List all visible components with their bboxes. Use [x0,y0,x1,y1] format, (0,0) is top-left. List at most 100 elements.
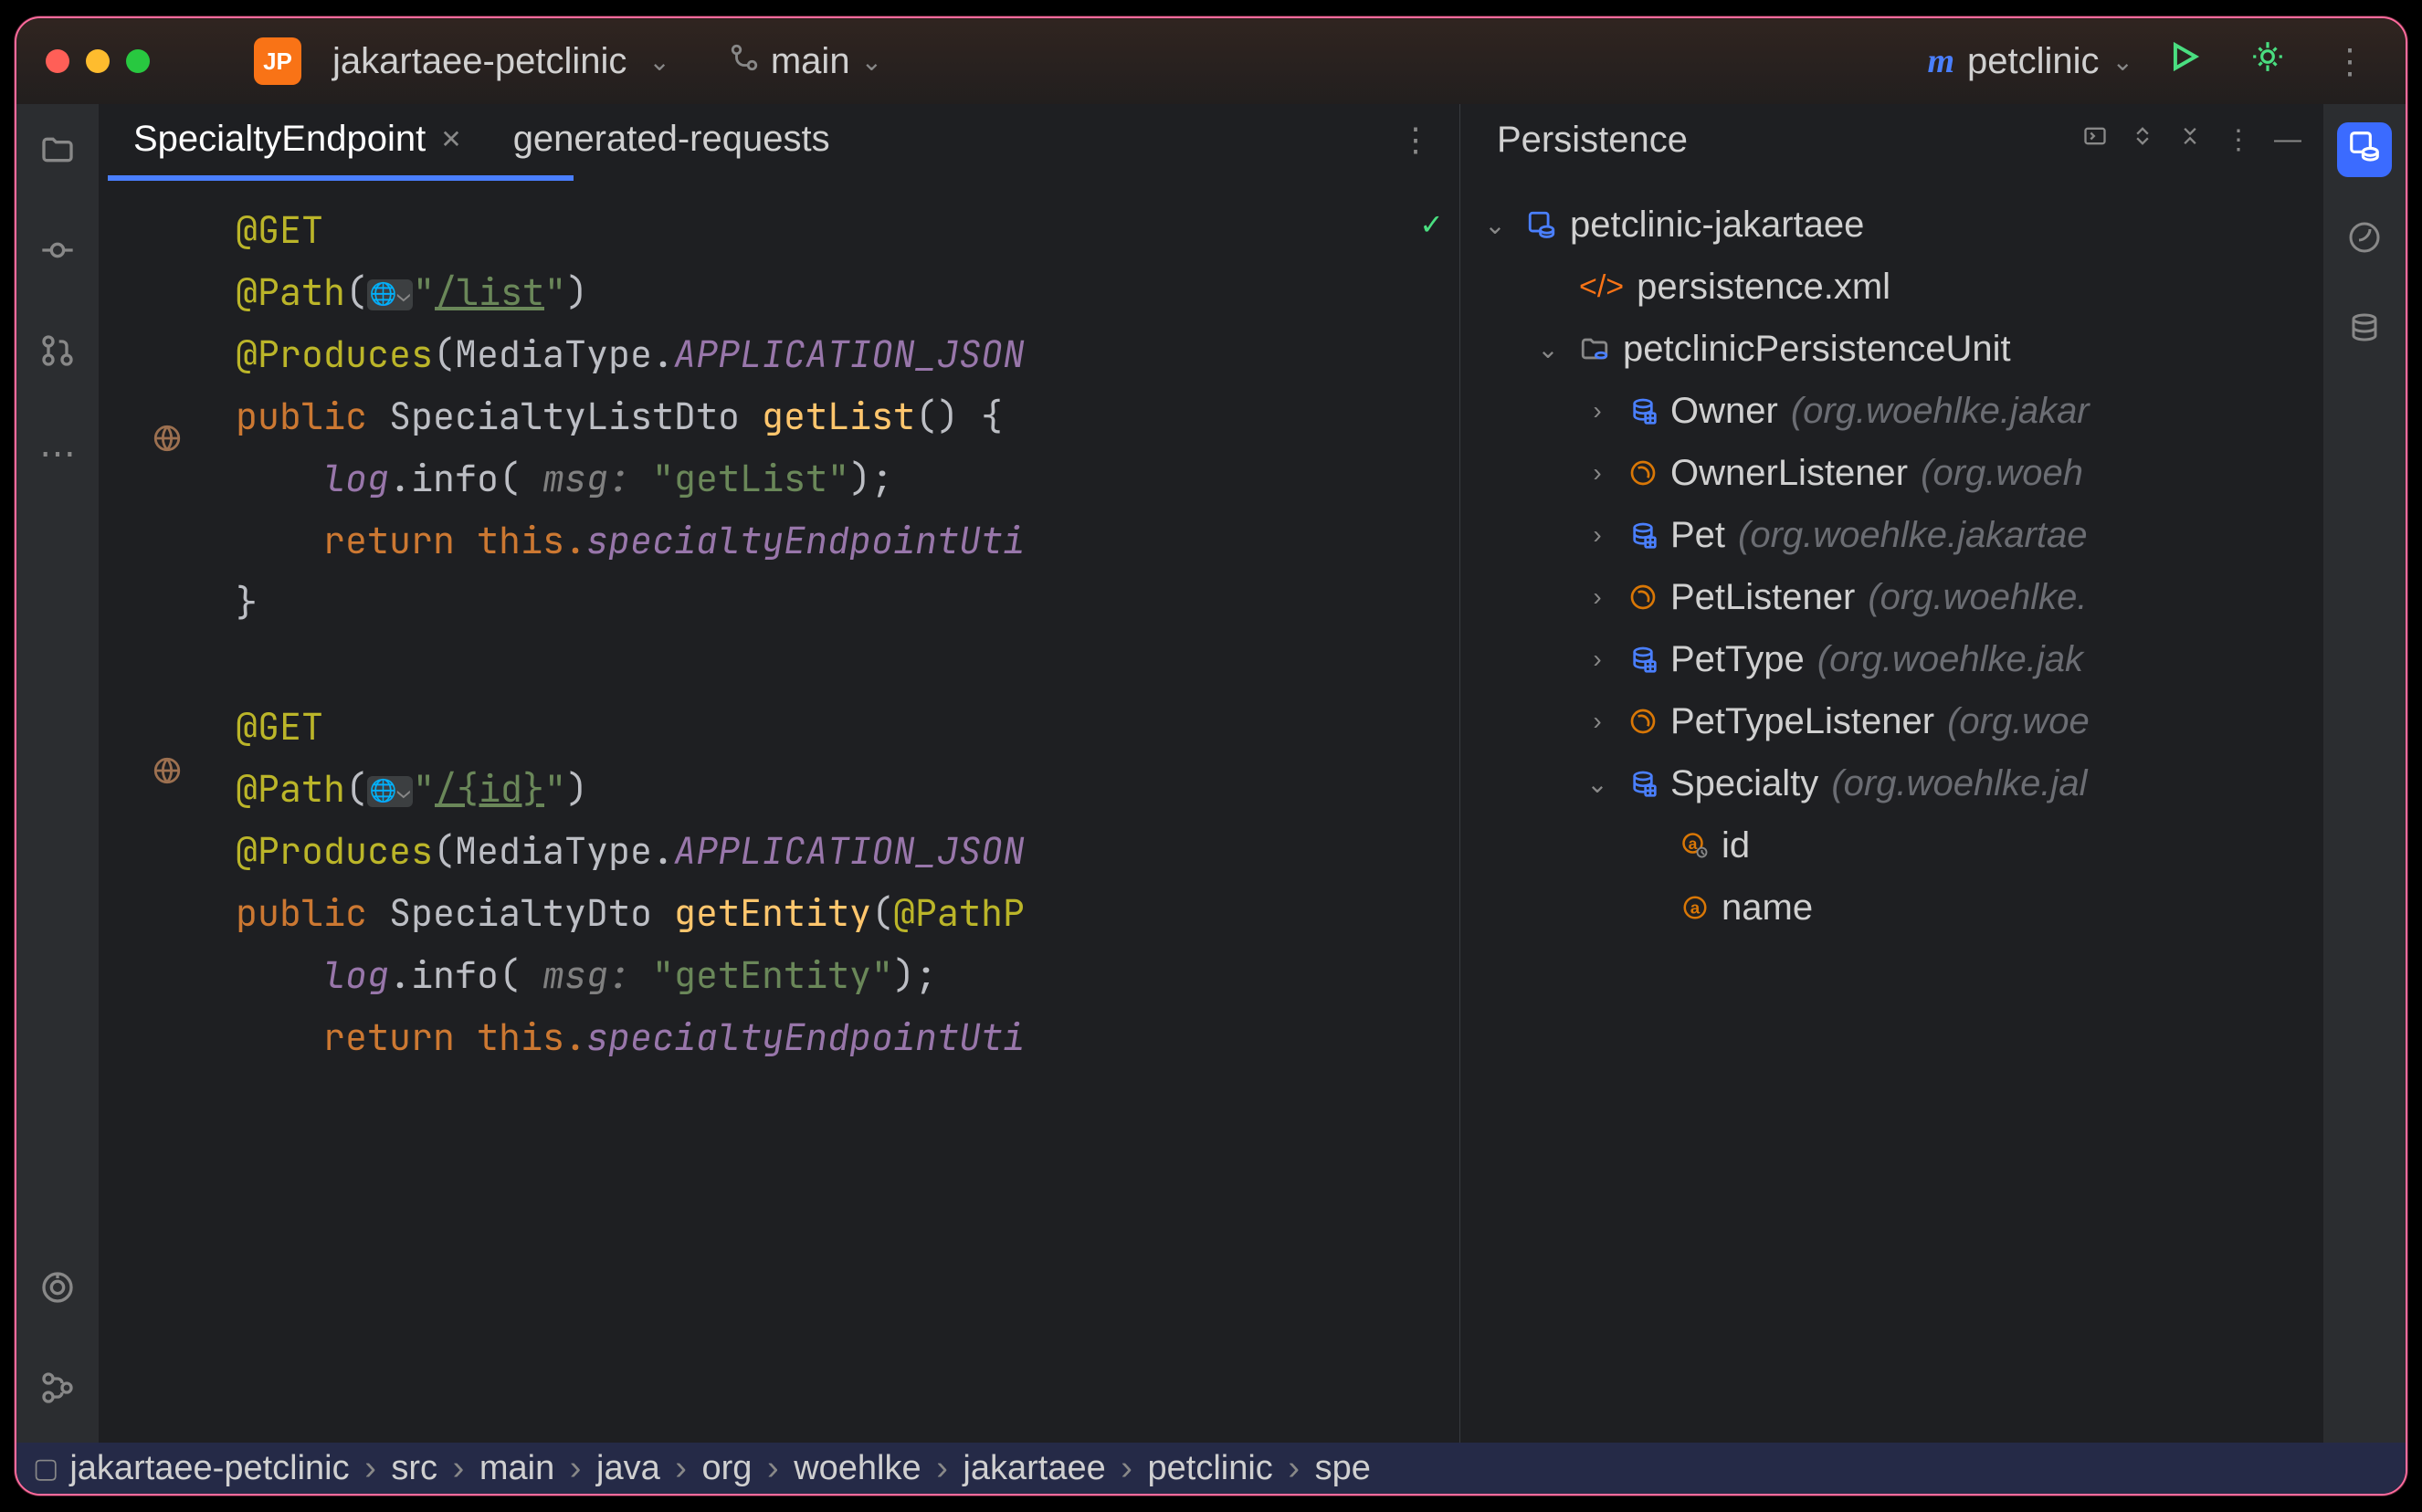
persistence-tool-button[interactable] [2337,122,2392,177]
tab-generated-requests[interactable]: generated-requests [488,104,856,174]
breadcrumb-item[interactable]: main [479,1449,554,1487]
right-toolbar [2323,104,2406,1443]
code-content[interactable]: ✓@GET @Path(🌐⌄"/list") @Produces(MediaTy… [236,181,1459,1443]
services-tool-icon[interactable] [39,1269,76,1315]
tree-entity-row[interactable]: › PetType (org.woehlke.jak [1460,628,2323,690]
maven-icon: m [1927,41,1954,81]
breadcrumb-item[interactable]: jakartaee-petclinic [69,1449,349,1487]
breadcrumb-item[interactable]: spe [1315,1449,1371,1487]
svg-text:a: a [1689,835,1698,853]
persistence-unit-icon [1579,333,1610,364]
endpoint-gutter-icon[interactable] [149,752,185,789]
tree-package: (org.woehlke.jal [1831,763,2087,804]
tree-label: name [1722,887,1813,929]
project-tool-icon[interactable] [39,131,76,177]
breadcrumb-item[interactable]: org [702,1449,753,1487]
inspection-ok-icon[interactable]: ✓ [1421,195,1441,251]
chevron-down-icon: ⌄ [1530,334,1566,364]
run-config-chevron-icon: ⌄ [2112,47,2133,77]
breadcrumb[interactable]: jakartaee-petclinic › src › main › java … [69,1449,1371,1488]
tree-xml-row[interactable]: </> persistence.xml [1460,256,2323,318]
tree-label: petclinic-jakartaee [1570,205,1864,246]
pull-requests-tool-icon[interactable] [39,332,76,378]
listener-icon [1628,707,1658,736]
xml-file-icon: </> [1579,269,1624,305]
more-tool-icon[interactable]: ⋯ [39,433,76,475]
database-icon [2348,312,2381,353]
panel-more-icon[interactable]: ⋮ [2225,124,2252,156]
close-tab-icon[interactable]: ✕ [440,124,461,154]
persistence-tree: ⌄ petclinic-jakartaee </> persistence.xm… [1460,175,2323,1443]
breadcrumb-sep: › [359,1449,382,1487]
tree-label: PetListener [1670,577,1855,618]
tree-entity-row[interactable]: ⌄Specialty (org.woehlke.jal [1460,752,2323,814]
url-inlay-icon[interactable]: 🌐⌄ [367,776,413,807]
chevron-right-icon: › [1579,583,1616,612]
panel-collapse-icon[interactable] [2177,123,2203,156]
project-name[interactable]: jakartaee-petclinic [332,41,627,82]
url-inlay-icon[interactable]: 🌐⌄ [367,279,413,310]
chevron-right-icon: › [1579,645,1616,674]
tree-label: PetTypeListener [1670,701,1934,742]
attr-icon: a [1681,894,1709,921]
breadcrumb-item[interactable]: java [596,1449,660,1487]
persistence-tool-icon [2347,129,2382,172]
titlebar: JP jakartaee-petclinic ⌄ main ⌄ m petcli… [16,18,2406,104]
tree-package: (org.woehlke.jakartae [1738,515,2087,556]
tree-label: PetType [1670,639,1805,680]
endpoint-gutter-icon[interactable] [149,420,185,457]
tree-entity-row[interactable]: ›Pet (org.woehlke.jakartae [1460,504,2323,566]
breadcrumb-item[interactable]: jakartaee [963,1449,1105,1487]
tree-attr-row[interactable]: a name [1460,877,2323,939]
branch-icon [729,42,760,81]
chevron-right-icon: › [1579,458,1616,488]
run-config-selector[interactable]: m petclinic ⌄ [1927,41,2133,82]
debug-button[interactable] [2238,39,2298,83]
tree-unit-row[interactable]: ⌄ petclinicPersistenceUnit [1460,318,2323,380]
spring-tool-button[interactable] [2337,214,2392,268]
more-actions-button[interactable]: ⋮ [2320,41,2376,82]
close-window-button[interactable] [46,49,69,73]
breadcrumb-item[interactable]: petclinic [1148,1449,1273,1487]
branch-selector[interactable]: main ⌄ [729,41,882,82]
tree-package: (org.woe [1947,701,2090,742]
entity-icon [1628,769,1658,798]
tree-entity-row[interactable]: ›OwnerListener (org.woeh [1460,442,2323,504]
panel-hide-icon[interactable]: — [2274,124,2301,155]
persistence-header: Persistence ⋮ — [1460,104,2323,175]
project-badge: JP [254,37,301,85]
run-button[interactable] [2155,39,2216,83]
tab-specialty-endpoint[interactable]: SpecialtyEndpoint ✕ [108,104,488,174]
breadcrumb-item[interactable]: woehlke [794,1449,921,1487]
run-config-name: petclinic [1967,41,2100,82]
tree-label: Owner [1670,391,1778,432]
database-tool-button[interactable] [2337,305,2392,360]
vcs-tool-icon[interactable] [39,1370,76,1415]
editor-body[interactable]: ✓@GET @Path(🌐⌄"/list") @Produces(MediaTy… [99,181,1459,1443]
tree-package: (org.woehlke. [1868,577,2087,618]
project-chevron-icon[interactable]: ⌄ [648,47,669,77]
panel-expand-icon[interactable] [2130,123,2155,156]
commit-tool-icon[interactable] [39,232,76,278]
breadcrumb-sep: › [564,1449,587,1487]
tree-entity-row[interactable]: ›PetTypeListener (org.woe [1460,690,2323,752]
tree-module-row[interactable]: ⌄ petclinic-jakartaee [1460,194,2323,256]
statusbar: ▢ jakartaee-petclinic › src › main › jav… [16,1443,2406,1494]
tree-attr-row[interactable]: a id [1460,814,2323,877]
tree-entity-row[interactable]: › PetListener (org.woehlke. [1460,566,2323,628]
breadcrumb-item[interactable]: src [391,1449,437,1487]
persistence-panel: Persistence ⋮ — ⌄ [1459,104,2323,1443]
tabs-more-button[interactable]: ⋮ [1381,121,1450,159]
tree-package: (org.woehlke.jak [1817,639,2083,680]
tree-entity-row[interactable]: ›Owner (org.woehlke.jakar [1460,380,2323,442]
entity-icon [1628,520,1658,550]
maximize-window-button[interactable] [126,49,150,73]
chevron-down-icon: ⌄ [1579,769,1616,799]
panel-view-mode-icon[interactable] [2082,123,2108,156]
tab-label: SpecialtyEndpoint [133,119,426,160]
gutter [99,181,236,1443]
breadcrumb-sep: › [448,1449,470,1487]
module-db-icon [1526,209,1557,240]
breadcrumb-sep: › [669,1449,692,1487]
minimize-window-button[interactable] [86,49,110,73]
